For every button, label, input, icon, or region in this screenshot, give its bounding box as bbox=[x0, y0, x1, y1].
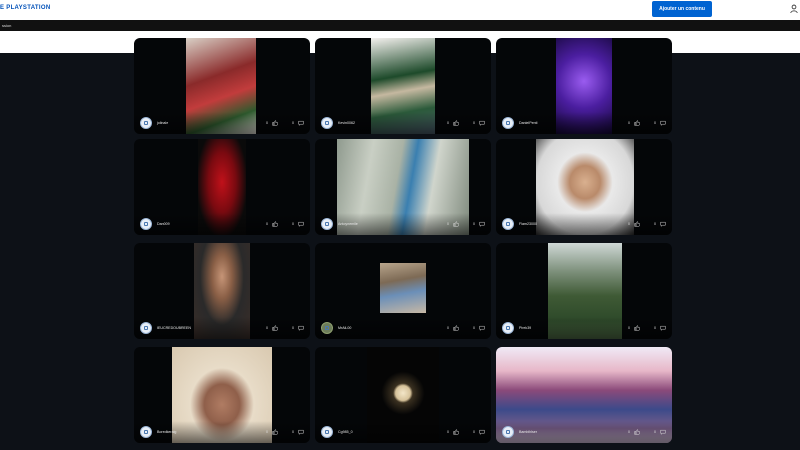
avatar[interactable] bbox=[321, 117, 333, 129]
avatar[interactable] bbox=[140, 322, 152, 334]
username[interactable]: Antoynemile bbox=[338, 222, 447, 226]
sub-navigation-bar: ssion bbox=[0, 20, 800, 31]
comment-count: 0 bbox=[292, 222, 294, 226]
thumbs-up-icon[interactable] bbox=[453, 429, 459, 435]
comment-icon[interactable] bbox=[479, 221, 485, 227]
participation-card[interactable]: IEUCREDOUBREEN 0 0 bbox=[134, 243, 310, 339]
avatar[interactable] bbox=[502, 426, 514, 438]
comment-count: 0 bbox=[654, 430, 656, 434]
participation-card[interactable]: Bambihlser 0 0 bbox=[496, 347, 672, 443]
avatar[interactable] bbox=[140, 117, 152, 129]
like-count: 0 bbox=[447, 326, 449, 330]
avatar[interactable] bbox=[140, 218, 152, 230]
username[interactable]: Boredkeraig bbox=[157, 430, 266, 434]
like-count: 0 bbox=[447, 222, 449, 226]
comment-icon[interactable] bbox=[479, 120, 485, 126]
thumbs-up-icon[interactable] bbox=[453, 221, 459, 227]
thumbs-up-icon[interactable] bbox=[272, 325, 278, 331]
avatar[interactable] bbox=[321, 322, 333, 334]
like-count: 0 bbox=[447, 430, 449, 434]
comment-count: 0 bbox=[292, 326, 294, 330]
username[interactable]: Flam23000 bbox=[519, 222, 628, 226]
user-icon[interactable] bbox=[790, 4, 798, 14]
thumbs-up-icon[interactable] bbox=[634, 429, 640, 435]
add-content-button[interactable]: Ajouter un contenu bbox=[652, 1, 712, 17]
comment-count: 0 bbox=[292, 430, 294, 434]
thumbs-up-icon[interactable] bbox=[272, 120, 278, 126]
brand-logo-text[interactable]: E PLAYSTATION bbox=[0, 5, 50, 11]
comment-count: 0 bbox=[654, 121, 656, 125]
avatar[interactable] bbox=[321, 218, 333, 230]
comment-icon[interactable] bbox=[660, 221, 666, 227]
username[interactable]: DanielPenti bbox=[519, 121, 628, 125]
thumbs-up-icon[interactable] bbox=[272, 221, 278, 227]
username[interactable]: Bambihlser bbox=[519, 430, 628, 434]
participation-card[interactable]: Pirek39 0 0 bbox=[496, 243, 672, 339]
like-count: 0 bbox=[266, 121, 268, 125]
thumbs-up-icon[interactable] bbox=[634, 221, 640, 227]
comment-icon[interactable] bbox=[479, 325, 485, 331]
participation-card[interactable]: Cg985_0 0 0 bbox=[315, 347, 491, 443]
thumbs-up-icon[interactable] bbox=[453, 120, 459, 126]
comment-count: 0 bbox=[654, 326, 656, 330]
comment-icon[interactable] bbox=[660, 325, 666, 331]
participation-card[interactable]: Flam23000 0 0 bbox=[496, 139, 672, 235]
entry-photo bbox=[380, 263, 426, 313]
like-count: 0 bbox=[628, 326, 630, 330]
participation-card[interactable]: Boredkeraig 0 0 bbox=[134, 347, 310, 443]
like-count: 0 bbox=[266, 222, 268, 226]
comment-icon[interactable] bbox=[298, 429, 304, 435]
avatar[interactable] bbox=[502, 218, 514, 230]
thumbs-up-icon[interactable] bbox=[453, 325, 459, 331]
participation-card[interactable]: Antoynemile 0 0 bbox=[315, 139, 491, 235]
avatar[interactable] bbox=[321, 426, 333, 438]
like-count: 0 bbox=[628, 121, 630, 125]
comment-count: 0 bbox=[473, 121, 475, 125]
username[interactable]: Pirek39 bbox=[519, 326, 628, 330]
like-count: 0 bbox=[628, 222, 630, 226]
participation-card[interactable]: jolinale 0 0 bbox=[134, 38, 310, 134]
comment-count: 0 bbox=[292, 121, 294, 125]
username[interactable]: MrAiL00 bbox=[338, 326, 447, 330]
avatar[interactable] bbox=[140, 426, 152, 438]
thumbs-up-icon[interactable] bbox=[272, 429, 278, 435]
like-count: 0 bbox=[266, 430, 268, 434]
participation-card[interactable]: DanielPenti 0 0 bbox=[496, 38, 672, 134]
top-header: E PLAYSTATION Ajouter un contenu bbox=[0, 0, 800, 20]
thumbs-up-icon[interactable] bbox=[634, 325, 640, 331]
participation-card[interactable]: Dan009 0 0 bbox=[134, 139, 310, 235]
avatar[interactable] bbox=[502, 117, 514, 129]
participation-card[interactable]: Kevin0062 0 0 bbox=[315, 38, 491, 134]
comment-icon[interactable] bbox=[660, 429, 666, 435]
comment-icon[interactable] bbox=[298, 221, 304, 227]
username[interactable]: IEUCREDOUBREEN bbox=[157, 326, 266, 330]
comment-icon[interactable] bbox=[298, 325, 304, 331]
comment-count: 0 bbox=[654, 222, 656, 226]
comment-icon[interactable] bbox=[298, 120, 304, 126]
avatar[interactable] bbox=[502, 322, 514, 334]
like-count: 0 bbox=[628, 430, 630, 434]
username[interactable]: Kevin0062 bbox=[338, 121, 447, 125]
comment-count: 0 bbox=[473, 326, 475, 330]
participation-card[interactable]: MrAiL00 0 0 bbox=[315, 243, 491, 339]
comment-count: 0 bbox=[473, 222, 475, 226]
comment-count: 0 bbox=[473, 430, 475, 434]
thumbs-up-icon[interactable] bbox=[634, 120, 640, 126]
comment-icon[interactable] bbox=[660, 120, 666, 126]
like-count: 0 bbox=[447, 121, 449, 125]
username[interactable]: jolinale bbox=[157, 121, 266, 125]
comment-icon[interactable] bbox=[479, 429, 485, 435]
like-count: 0 bbox=[266, 326, 268, 330]
username[interactable]: Dan009 bbox=[157, 222, 266, 226]
sub-navigation-label[interactable]: ssion bbox=[2, 23, 11, 28]
username[interactable]: Cg985_0 bbox=[338, 430, 447, 434]
